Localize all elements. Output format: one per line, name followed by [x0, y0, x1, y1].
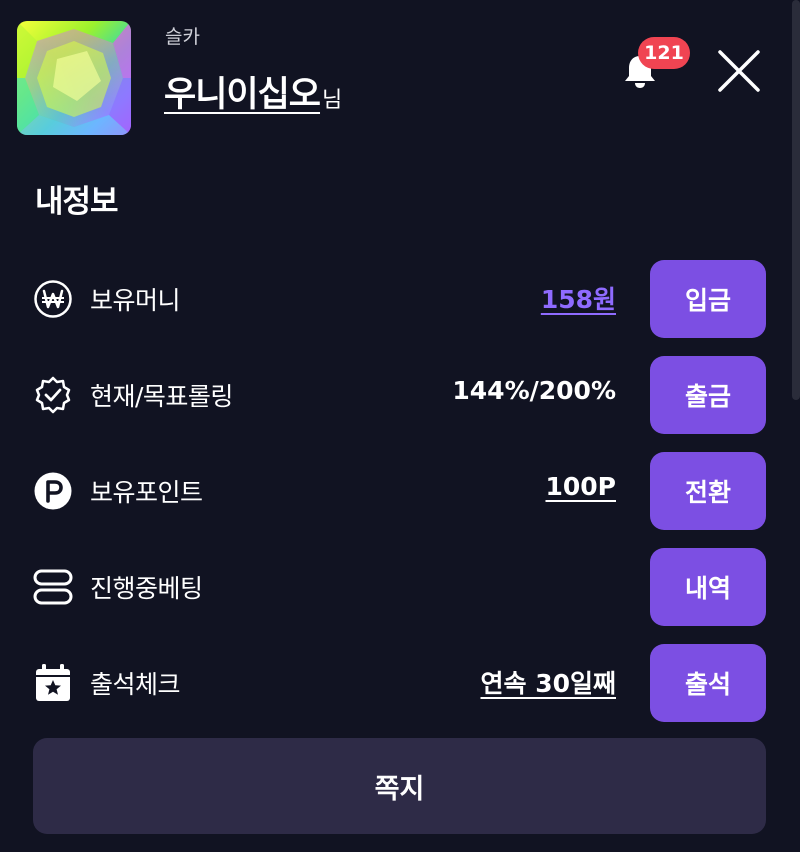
- row-money: 보유머니 158원 입금: [0, 259, 800, 339]
- withdraw-button[interactable]: 출금: [650, 356, 766, 434]
- row-label: 출석체크: [90, 670, 181, 699]
- won-circle-icon: [33, 279, 73, 319]
- history-button[interactable]: 내역: [650, 548, 766, 626]
- level-gem-avatar: [17, 21, 131, 135]
- row-label: 현재/목표롤링: [90, 382, 233, 411]
- calendar-star-icon: [33, 663, 73, 703]
- scrollbar[interactable]: [792, 0, 800, 400]
- row-label: 진행중베팅: [90, 574, 203, 603]
- points-value-link[interactable]: 100P: [545, 472, 616, 501]
- section-title: 내정보: [35, 184, 119, 220]
- username-block: 우니이십오 님: [164, 66, 342, 117]
- deposit-button[interactable]: 입금: [650, 260, 766, 338]
- convert-button[interactable]: 전환: [650, 452, 766, 530]
- money-value-link[interactable]: 158원: [541, 280, 616, 316]
- point-circle-icon: [33, 471, 73, 511]
- close-icon[interactable]: [716, 48, 762, 94]
- row-attendance: 출석체크 연속 30일째 출석: [0, 643, 800, 723]
- attendance-button[interactable]: 출석: [650, 644, 766, 722]
- row-betting: 진행중베팅 내역: [0, 547, 800, 627]
- server-list-icon: [33, 567, 73, 607]
- username-link[interactable]: 우니이십오: [164, 66, 321, 117]
- verified-badge-icon: [33, 375, 73, 415]
- message-button[interactable]: 쪽지: [33, 738, 766, 834]
- row-label: 보유포인트: [90, 478, 203, 507]
- grade-label: 슬카: [165, 26, 200, 48]
- my-info-panel: 슬카 우니이십오 님 121 내정보 보유머니 158원 입금 현재/목표롤링 …: [0, 0, 800, 852]
- row-rolling: 현재/목표롤링 144%/200% 출금: [0, 355, 800, 435]
- row-label: 보유머니: [90, 286, 181, 315]
- notification-count-badge: 121: [638, 37, 690, 69]
- attendance-streak-link[interactable]: 연속 30일째: [481, 664, 617, 700]
- rolling-value: 144%/200%: [452, 376, 616, 405]
- username-suffix: 님: [322, 88, 343, 113]
- row-points: 보유포인트 100P 전환: [0, 451, 800, 531]
